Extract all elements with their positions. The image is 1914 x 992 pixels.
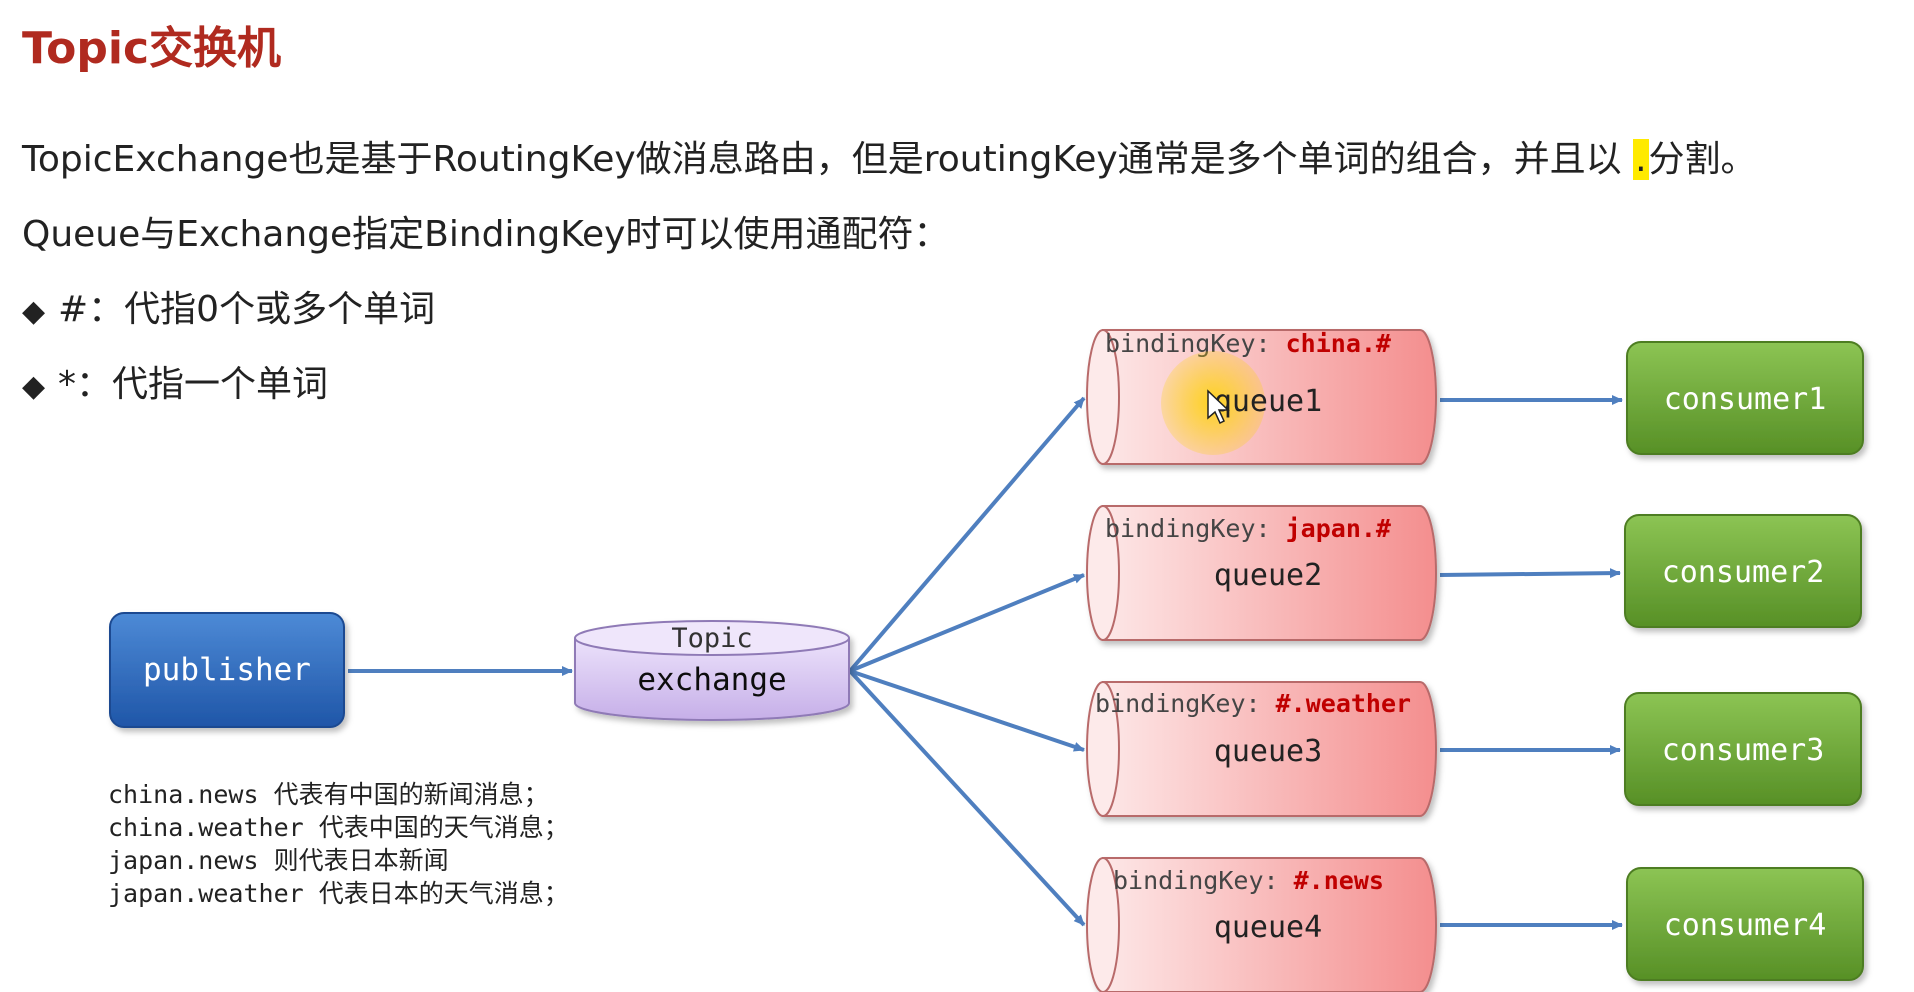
exchange-type-label: Topic bbox=[671, 623, 752, 654]
example-key: japan.weather bbox=[108, 879, 304, 908]
binding-key-prefix: bindingKey: bbox=[1095, 689, 1276, 718]
exchange-node: Topic exchange bbox=[574, 620, 850, 721]
consumer3-node: consumer3 bbox=[1624, 692, 1862, 806]
queue2-binding: bindingKey: japan.# bbox=[1105, 514, 1391, 543]
queue4-binding: bindingKey: #.news bbox=[1113, 866, 1384, 895]
queue1-label: queue1 bbox=[1214, 384, 1322, 419]
example-desc: 代表中国的天气消息； bbox=[318, 813, 569, 842]
consumer4-label: consumer4 bbox=[1664, 908, 1827, 943]
consumer2-label: consumer2 bbox=[1662, 555, 1825, 590]
example-desc: 代表日本的天气消息； bbox=[318, 879, 569, 908]
queue3-node: bindingKey: #.weather queue3 bbox=[1086, 681, 1437, 817]
queue2-label: queue2 bbox=[1214, 558, 1322, 593]
example-desc: 代表有中国的新闻消息； bbox=[273, 780, 549, 809]
queue1-node: bindingKey: china.# queue1 bbox=[1086, 329, 1437, 465]
queue3-binding: bindingKey: #.weather bbox=[1095, 689, 1411, 718]
arrow-exchange-queue2 bbox=[849, 573, 1085, 673]
consumer2-node: consumer2 bbox=[1624, 514, 1862, 628]
queue4-node: bindingKey: #.news queue4 bbox=[1086, 857, 1437, 992]
example-line: japan.weather 代表日本的天气消息； bbox=[108, 877, 569, 910]
consumer3-label: consumer3 bbox=[1662, 733, 1825, 768]
arrow-exchange-queue1 bbox=[848, 396, 1086, 673]
binding-key-prefix: bindingKey: bbox=[1105, 329, 1286, 358]
example-key: china.weather bbox=[108, 813, 304, 842]
binding-key-prefix: bindingKey: bbox=[1105, 514, 1286, 543]
queue2-binding-value: japan.# bbox=[1286, 514, 1391, 543]
queue4-label: queue4 bbox=[1214, 910, 1322, 945]
example-line: japan.news 则代表日本新闻 bbox=[108, 844, 569, 877]
queue4-binding-value: #.news bbox=[1294, 866, 1384, 895]
consumer4-node: consumer4 bbox=[1626, 867, 1864, 981]
queue3-label: queue3 bbox=[1214, 734, 1322, 769]
example-desc: 则代表日本新闻 bbox=[273, 846, 449, 875]
example-line: china.news 代表有中国的新闻消息； bbox=[108, 778, 569, 811]
queue2-node: bindingKey: japan.# queue2 bbox=[1086, 505, 1437, 641]
routing-key-examples: china.news 代表有中国的新闻消息； china.weather 代表中… bbox=[108, 778, 569, 910]
publisher-node: publisher bbox=[109, 612, 345, 728]
queue1-binding-value: china.# bbox=[1286, 329, 1391, 358]
exchange-label: exchange bbox=[637, 662, 786, 698]
binding-key-prefix: bindingKey: bbox=[1113, 866, 1294, 895]
consumer1-node: consumer1 bbox=[1626, 341, 1864, 455]
example-key: china.news bbox=[108, 780, 259, 809]
queue1-binding: bindingKey: china.# bbox=[1105, 329, 1391, 358]
arrow-queue2-consumer2 bbox=[1439, 568, 1621, 579]
queue3-binding-value: #.weather bbox=[1276, 689, 1411, 718]
example-key: japan.news bbox=[108, 846, 259, 875]
example-line: china.weather 代表中国的天气消息； bbox=[108, 811, 569, 844]
publisher-label: publisher bbox=[143, 652, 311, 688]
consumer1-label: consumer1 bbox=[1664, 382, 1827, 417]
